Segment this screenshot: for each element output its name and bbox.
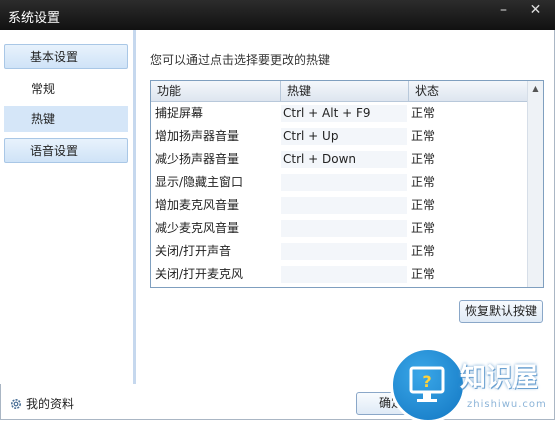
sidebar-item-label: 热键	[31, 112, 56, 126]
minimize-button[interactable]: –	[490, 0, 517, 22]
table-row[interactable]: 捕捉屏幕 Ctrl + Alt + F9 正常	[151, 102, 527, 125]
watermark-logo-icon: ?	[390, 347, 466, 423]
status-cell: 正常	[409, 217, 527, 240]
hotkey-cell[interactable]	[281, 220, 407, 237]
scroll-up-icon[interactable]: ▲	[528, 81, 543, 96]
status-cell: 正常	[411, 244, 436, 258]
watermark-url: zhishiwu.com	[467, 399, 547, 410]
table-row[interactable]: 增加扬声器音量 Ctrl + Up 正常	[151, 125, 527, 148]
table-scrollbar[interactable]: ▲	[527, 81, 543, 287]
function-cell: 关闭/打开声音	[155, 244, 232, 258]
status-cell: 正常	[411, 106, 436, 120]
status-cell: 正常	[409, 125, 527, 148]
table-row[interactable]: 减少麦克风音量 正常	[151, 217, 527, 240]
function-cell: 增加麦克风音量	[155, 198, 240, 212]
column-header-function[interactable]: 功能	[151, 81, 281, 101]
column-header-hotkey[interactable]: 热键	[281, 81, 409, 101]
function-cell: 减少麦克风音量	[151, 217, 281, 240]
title-bar: 系统设置 – ✕	[0, 0, 555, 30]
close-button[interactable]: ✕	[522, 0, 549, 22]
sidebar-item-label: 常规	[31, 82, 56, 96]
function-cell: 显示/隐藏主窗口	[151, 171, 281, 194]
sidebar-section-voice-settings[interactable]: 语音设置	[4, 138, 128, 163]
watermark-title: 知识屋	[460, 363, 539, 393]
sidebar-section-label: 基本设置	[30, 50, 79, 64]
my-profile-link[interactable]: 我的资料	[10, 396, 74, 412]
sidebar-section-basic-settings[interactable]: 基本设置	[4, 44, 128, 69]
table-row[interactable]: 显示/隐藏主窗口 正常	[151, 171, 527, 194]
hotkey-cell[interactable]	[281, 174, 407, 191]
hotkey-cell[interactable]	[281, 197, 407, 214]
hotkey-table: 功能 热键 状态 捕捉屏幕 Ctrl + Alt + F9 正常 增加扬声器音量…	[150, 80, 544, 288]
function-cell: 增加扬声器音量	[151, 125, 281, 148]
status-cell: 正常	[411, 152, 436, 166]
sidebar-item-general[interactable]: 常规	[4, 76, 128, 102]
restore-defaults-button[interactable]: 恢复默认按键	[459, 300, 543, 323]
status-cell: 正常	[409, 171, 527, 194]
window-title: 系统设置	[8, 11, 61, 26]
hotkey-cell[interactable]: Ctrl + Up	[281, 128, 407, 145]
my-profile-label: 我的资料	[26, 397, 75, 411]
status-cell: 正常	[411, 198, 436, 212]
table-row[interactable]: 关闭/打开麦克风 正常	[151, 263, 527, 286]
status-cell: 正常	[409, 263, 527, 286]
function-cell: 捕捉屏幕	[155, 106, 204, 120]
watermark: ? 知识屋 zhishiwu.com	[390, 347, 555, 423]
sidebar-section-label: 语音设置	[30, 144, 79, 158]
table-row[interactable]: 减少扬声器音量 Ctrl + Down 正常	[151, 148, 527, 171]
table-header: 功能 热键 状态	[151, 81, 543, 102]
svg-text:?: ?	[422, 372, 431, 391]
hotkey-hint: 您可以通过点击选择要更改的热键	[150, 53, 331, 67]
sidebar: 基本设置 常规 热键 语音设置	[0, 30, 136, 384]
monitor-icon: ?	[409, 366, 445, 402]
column-header-status[interactable]: 状态	[409, 81, 527, 101]
hotkey-cell[interactable]	[281, 243, 407, 260]
hotkey-cell[interactable]: Ctrl + Alt + F9	[281, 105, 407, 122]
sidebar-item-hotkeys[interactable]: 热键	[4, 106, 128, 132]
table-row[interactable]: 关闭/打开声音 正常	[151, 240, 527, 263]
gear-icon	[11, 399, 21, 409]
table-row[interactable]: 增加麦克风音量 正常	[151, 194, 527, 217]
function-cell: 关闭/打开麦克风	[151, 263, 281, 286]
hotkey-cell[interactable]	[281, 266, 407, 283]
hotkey-cell[interactable]: Ctrl + Down	[281, 151, 407, 168]
function-cell: 减少扬声器音量	[155, 152, 240, 166]
